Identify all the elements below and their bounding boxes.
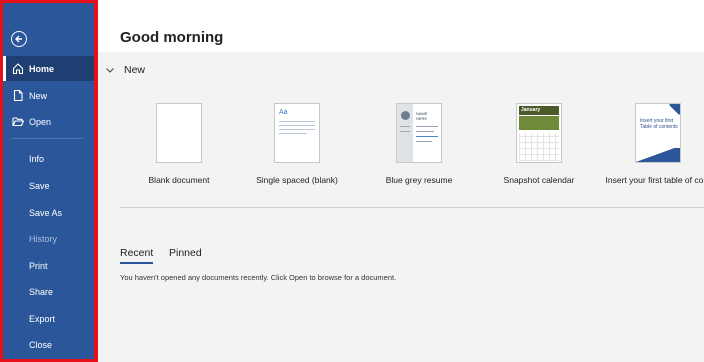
folder-open-icon <box>12 117 24 127</box>
sidebar-item-home[interactable]: Home <box>3 56 94 81</box>
section-divider <box>120 207 704 208</box>
template-thumbnail: Insert your first Table of contents <box>635 103 681 163</box>
template-blue-grey-resume[interactable]: NAME HERE Blue grey resume <box>364 103 474 193</box>
header-band: Good morning <box>98 0 704 52</box>
sidebar-item-print[interactable]: Print <box>3 253 94 278</box>
sidebar-item-save-as[interactable]: Save As <box>3 200 94 225</box>
home-icon <box>12 63 24 75</box>
thumb-calendar-grid <box>519 133 559 161</box>
thumb-line <box>279 125 315 126</box>
sidebar-item-label: Print <box>29 260 48 271</box>
sidebar-item-label: New <box>29 90 48 101</box>
tab-pinned[interactable]: Pinned <box>169 247 202 259</box>
thumb-line <box>416 131 434 132</box>
template-thumbnail: January <box>516 103 562 163</box>
template-label: Blank document <box>148 175 210 185</box>
template-single-spaced[interactable]: Aa Single spaced (blank) <box>242 103 352 193</box>
sidebar-highlight-frame: Home New Open Info Save Save As History <box>0 0 98 362</box>
template-thumbnail: Aa <box>274 103 320 163</box>
arrow-left-icon <box>15 35 22 43</box>
template-label: Snapshot calendar <box>503 175 575 185</box>
avatar <box>401 111 410 120</box>
recent-empty-message: You haven't opened any documents recentl… <box>120 273 397 282</box>
sidebar-item-close[interactable]: Close <box>3 332 94 357</box>
template-snapshot-calendar[interactable]: January Snapshot calendar <box>484 103 594 193</box>
template-thumbnail: NAME HERE <box>396 103 442 163</box>
new-document-icon <box>13 89 23 102</box>
thumb-line <box>400 131 410 132</box>
thumb-corner-accent <box>669 104 680 115</box>
greeting-title: Good morning <box>120 29 224 46</box>
thumb-line <box>400 126 410 127</box>
sidebar-item-open[interactable]: Open <box>3 109 94 134</box>
sidebar-item-label: Export <box>29 313 56 324</box>
thumb-line <box>279 129 315 130</box>
new-section-label: New <box>124 64 146 76</box>
thumb-line <box>416 141 432 142</box>
sidebar-item-new[interactable]: New <box>3 83 94 108</box>
thumb-photo <box>519 116 559 130</box>
sidebar-item-label: History <box>29 233 58 244</box>
sidebar-item-label: Open <box>29 116 52 127</box>
thumb-line <box>416 126 438 127</box>
thumb-line <box>416 136 438 137</box>
template-label: Blue grey resume <box>385 175 453 185</box>
sidebar-item-label: Save As <box>29 207 63 218</box>
tab-recent[interactable]: Recent <box>120 247 154 264</box>
sidebar-item-label: Close <box>29 339 53 350</box>
template-blank-document[interactable]: Blank document <box>124 103 234 193</box>
sidebar-item-history: History <box>3 226 94 251</box>
sidebar-item-share[interactable]: Share <box>3 279 94 304</box>
thumb-text: Insert your first Table of contents <box>640 118 678 130</box>
main-content: Good morning New Blank document Aa Singl… <box>98 0 704 362</box>
thumb-footer-accent <box>636 148 680 162</box>
back-button[interactable] <box>11 31 27 47</box>
chevron-down-icon <box>106 68 114 73</box>
backstage-sidebar: Home New Open Info Save Save As History <box>3 3 94 359</box>
template-thumbnail <box>156 103 202 163</box>
thumb-text: Aa <box>279 109 288 116</box>
template-table-of-contents[interactable]: Insert your first Table of contents Inse… <box>603 103 704 193</box>
thumb-line <box>279 133 307 134</box>
sidebar-item-label: Home <box>29 63 55 74</box>
template-label: Single spaced (blank) <box>256 175 338 185</box>
new-section-toggle[interactable]: New <box>104 64 145 76</box>
sidebar-item-save[interactable]: Save <box>3 173 94 198</box>
sidebar-divider <box>11 138 83 139</box>
thumb-text: January <box>521 107 541 113</box>
sidebar-item-label: Info <box>29 153 45 164</box>
template-label: Insert your first table of cont <box>605 175 704 185</box>
sidebar-item-export[interactable]: Export <box>3 306 94 331</box>
thumb-line <box>279 121 315 122</box>
sidebar-item-label: Save <box>29 180 50 191</box>
sidebar-item-info[interactable]: Info <box>3 146 94 171</box>
sidebar-item-label: Share <box>29 286 54 297</box>
thumb-text: NAME HERE <box>416 111 428 121</box>
